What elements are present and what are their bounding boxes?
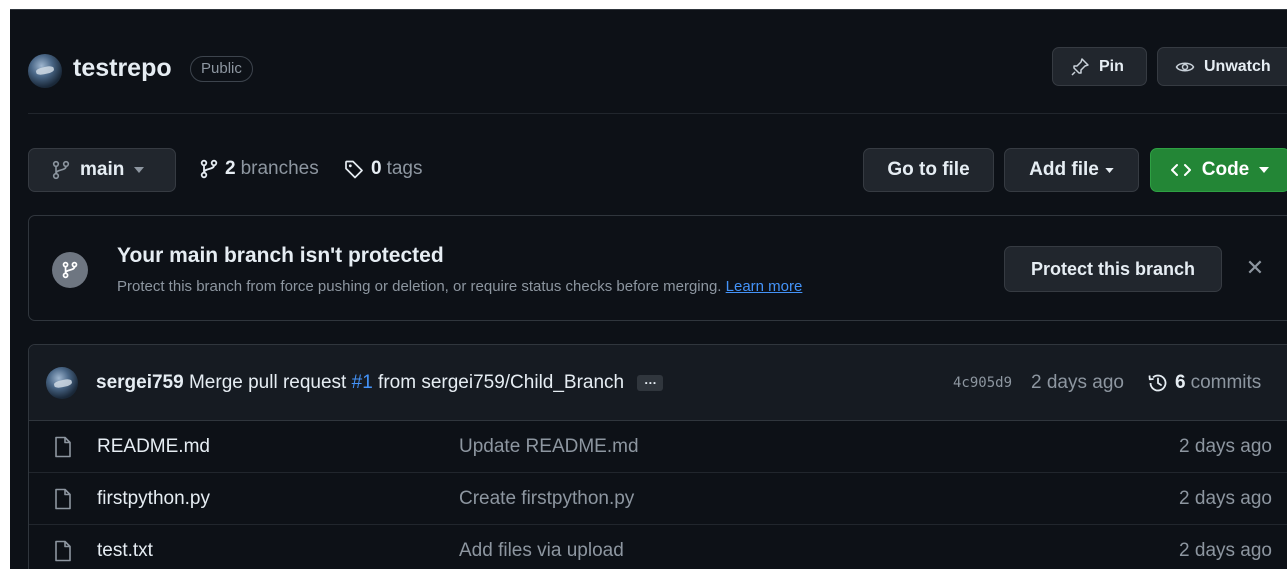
code-label: Code	[1201, 159, 1250, 180]
file-name[interactable]: test.txt	[97, 540, 153, 562]
chevron-down-icon	[1105, 167, 1114, 173]
branch-selector[interactable]: main	[28, 148, 176, 192]
file-row[interactable]: test.txt Add files via upload 2 days ago	[29, 525, 1287, 569]
close-icon[interactable]: ✕	[1243, 256, 1267, 280]
avatar[interactable]	[46, 367, 78, 399]
tag-icon	[345, 160, 363, 179]
protection-description: Protect this branch from force pushing o…	[117, 278, 802, 295]
current-branch: main	[80, 159, 125, 180]
file-browser: sergei759 Merge pull request #1 from ser…	[28, 344, 1287, 569]
go-to-file-button[interactable]: Go to file	[863, 148, 994, 192]
history-icon	[1148, 374, 1167, 392]
file-row[interactable]: README.md Update README.md 2 days ago	[29, 421, 1287, 473]
chevron-down-icon	[1259, 167, 1270, 173]
add-file-button[interactable]: Add file	[1004, 148, 1139, 192]
protection-title: Your main branch isn't protected	[117, 244, 444, 267]
branches-link[interactable]: 2 branches	[200, 158, 319, 180]
protect-branch-button[interactable]: Protect this branch	[1004, 246, 1222, 292]
expand-commit-button[interactable]: …	[637, 373, 664, 391]
commits-history-link[interactable]: 6 commits	[1147, 372, 1261, 394]
code-icon	[1170, 164, 1191, 176]
repo-header: testrepo Public Pin Unwatch	[10, 10, 1287, 113]
code-button[interactable]: Code	[1150, 148, 1287, 192]
tags-link[interactable]: 0 tags	[344, 158, 423, 180]
header-divider	[28, 113, 1287, 114]
commit-count: 6	[1175, 372, 1186, 393]
protection-description-text: Protect this branch from force pushing o…	[117, 278, 722, 295]
branch-icon	[200, 159, 218, 179]
commit-message: sergei759 Merge pull request #1 from ser…	[96, 372, 664, 394]
file-icon	[55, 540, 71, 562]
repo-page: testrepo Public Pin Unwatch main 2 branc…	[10, 9, 1287, 569]
file-time: 2 days ago	[1179, 540, 1272, 561]
unwatch-button[interactable]: Unwatch	[1157, 47, 1287, 86]
branches-count: 2	[225, 158, 236, 179]
chevron-down-icon	[134, 167, 145, 173]
commit-author[interactable]: sergei759	[96, 372, 184, 393]
commit-message-suffix[interactable]: from sergei759/Child_Branch	[378, 372, 624, 393]
branches-label: branches	[240, 158, 319, 179]
add-file-label: Add file	[1029, 159, 1099, 180]
tags-count: 0	[371, 158, 382, 179]
branch-icon-badge	[52, 252, 88, 288]
branch-icon	[52, 160, 70, 180]
file-name[interactable]: README.md	[97, 436, 210, 458]
file-commit-message[interactable]: Update README.md	[459, 436, 639, 458]
commits-label: commits	[1190, 372, 1262, 393]
file-name[interactable]: firstpython.py	[97, 488, 210, 510]
pin-icon	[1071, 57, 1089, 76]
unwatch-label: Unwatch	[1204, 57, 1271, 75]
learn-more-link[interactable]: Learn more	[726, 278, 803, 295]
file-time: 2 days ago	[1179, 436, 1272, 457]
branch-protection-banner: Your main branch isn't protected Protect…	[28, 215, 1287, 321]
branch-icon	[62, 261, 78, 279]
file-time: 2 days ago	[1179, 488, 1272, 509]
pin-label: Pin	[1099, 57, 1124, 75]
commit-message-prefix[interactable]: Merge pull request	[189, 372, 346, 393]
repo-name[interactable]: testrepo	[73, 54, 172, 83]
owner-avatar[interactable]	[28, 54, 62, 88]
file-row[interactable]: firstpython.py Create firstpython.py 2 d…	[29, 473, 1287, 525]
pull-request-link[interactable]: #1	[352, 372, 373, 393]
commit-time: 2 days ago	[1031, 372, 1124, 393]
file-icon	[55, 488, 71, 510]
file-icon	[55, 436, 71, 458]
tags-label: tags	[386, 158, 423, 179]
eye-icon	[1175, 62, 1195, 71]
file-commit-message[interactable]: Add files via upload	[459, 540, 624, 562]
latest-commit-row: sergei759 Merge pull request #1 from ser…	[29, 345, 1287, 421]
commit-sha[interactable]: 4c905d9	[953, 375, 1012, 391]
pin-button[interactable]: Pin	[1052, 47, 1147, 86]
file-commit-message[interactable]: Create firstpython.py	[459, 488, 634, 510]
visibility-badge: Public	[190, 56, 253, 82]
